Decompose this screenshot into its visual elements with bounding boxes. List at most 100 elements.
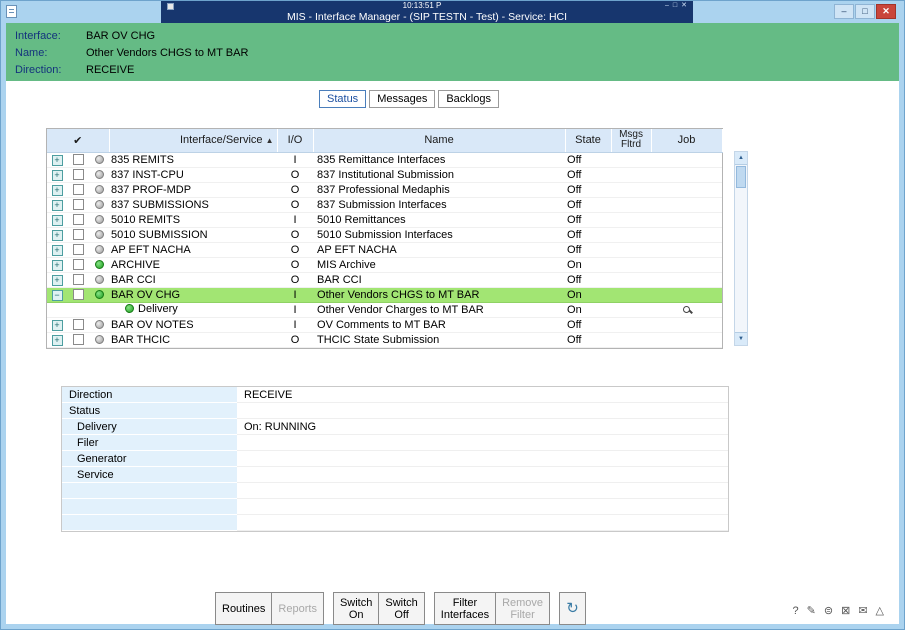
status-led-off [94,170,104,180]
background-window-controls: – □ ✕ [665,2,687,10]
io-value: O [277,167,314,183]
state-value: Off [565,242,612,258]
tab-messages[interactable]: Messages [369,90,436,108]
io-value: I [277,317,314,333]
interface-row[interactable]: +5010 REMITS I 5010 Remittances Off [47,212,723,228]
interface-row[interactable]: +5010 SUBMISSION O 5010 Submission Interfa… [47,227,723,243]
interface-row[interactable]: +835 REMITS I 835 Remittance Interfaces Off [47,152,723,168]
detail-value [237,467,728,483]
edit-icon[interactable]: ✎ [807,605,816,617]
tab-status[interactable]: Status [319,90,367,108]
name-value: 837 Institutional Submission [313,167,566,183]
row-checkbox[interactable] [72,184,84,196]
interface-row[interactable]: + BAR OV NOTES I OV Comments to MT BAR Off [47,317,723,333]
application-window: 10:13:51 P – □ ✕ MIS - Interface Manager -… [0,0,905,630]
reports-button: Reports [271,592,324,625]
bg-maximize-icon[interactable]: □ [673,2,677,10]
status-led-off [94,185,104,195]
row-checkbox[interactable] [72,229,84,241]
main-content: Status Messages Backlogs ✔ Interface/Servi… [6,81,899,625]
expand-icon[interactable]: + [51,259,63,271]
interface-row[interactable]: +837 PROF-MDP O 837 Professional Medaphis O… [47,182,723,198]
status-led-off [94,230,104,240]
routines-button[interactable]: Routines [215,592,273,625]
row-checkbox[interactable] [72,199,84,211]
tab-backlogs[interactable]: Backlogs [438,90,499,108]
expand-icon[interactable]: + [51,184,63,196]
mail-icon[interactable]: ✉ [858,605,867,617]
service-row[interactable]: Delivery I Other Vendor Charges to MT BAR O… [47,302,723,318]
state-value: Off [565,332,612,348]
refresh-button[interactable]: ↻ [559,592,587,625]
state-column-header[interactable]: State [565,129,612,153]
io-column-header[interactable]: I/O [277,129,314,153]
print-icon[interactable]: ⊜ [824,605,833,617]
clock-text: 10:13:51 P [402,1,442,10]
expand-icon[interactable]: + [51,199,63,211]
bg-close-icon[interactable]: ✕ [681,2,687,10]
interface-row[interactable]: + ARCHIVE O MIS Archive On [47,257,723,273]
magnifier-icon[interactable] [683,305,691,313]
msgs-filtered-column-header[interactable]: Msgs Fltrd [611,129,652,153]
expand-icon[interactable]: + [51,274,63,286]
row-checkbox[interactable] [72,259,84,271]
button-label: Remove [502,596,544,609]
close-button[interactable]: ✕ [876,4,896,19]
switch-on-button[interactable]: Switch On [332,592,380,625]
scroll-down-button[interactable]: ▼ [735,332,747,345]
table-scrollbar[interactable]: ▲ ▼ [734,151,748,346]
background-window-top-row: 10:13:51 P – □ ✕ [161,1,693,11]
expand-icon[interactable]: + [51,214,63,226]
expand-icon[interactable]: + [51,154,63,166]
row-checkbox[interactable] [72,244,84,256]
name-value: 5010 Remittances [313,212,566,228]
interface-row[interactable]: + AP EFT NACHA O AP EFT NACHA Off [47,242,723,258]
application-icon [6,5,17,18]
minimize-button[interactable]: – [834,4,854,19]
detail-value [237,499,728,515]
interface-table: ✔ Interface/Service ▲ I/O Name State Msg… [46,128,723,349]
service-column-header[interactable]: Interface/Service ▲ [109,129,278,153]
maximize-button[interactable]: □ [855,4,875,19]
lock-icon[interactable]: ⊠ [841,605,850,617]
msgs-filtered-value [611,317,652,333]
interface-row[interactable]: − BAR OV CHG I Other Vendors CHGS to MT BAR… [47,287,723,303]
collapse-icon[interactable]: − [51,289,63,301]
expand-icon[interactable]: + [51,229,63,241]
detail-row: Direction RECEIVE [62,387,728,403]
filter-interfaces-button[interactable]: Filter Interfaces [433,592,497,625]
expand-icon[interactable]: + [51,319,63,331]
state-value: On [565,257,612,273]
job-column-header[interactable]: Job [651,129,723,153]
row-checkbox[interactable] [72,289,84,301]
row-checkbox[interactable] [72,214,84,226]
bg-minimize-icon[interactable]: – [665,2,669,10]
detail-value [237,403,728,419]
interface-row[interactable]: +837 INST-CPU O 837 Institutional Submissi… [47,167,723,183]
help-icon[interactable]: ? [793,605,799,617]
detail-label: Status [62,403,237,419]
row-checkbox[interactable] [72,154,84,166]
expand-icon[interactable]: + [51,244,63,256]
row-checkbox[interactable] [72,274,84,286]
expand-icon[interactable]: + [51,169,63,181]
interface-row[interactable]: + BAR CCI O BAR CCI Off [47,272,723,288]
warning-icon[interactable]: △ [876,605,884,617]
header-field: Direction: RECEIVE [6,61,899,78]
switch-off-button[interactable]: Switch Off [378,592,425,625]
name-column-header[interactable]: Name [313,129,566,153]
interface-row[interactable]: +837 SUBMISSIONS O 837 Submission Interfac… [47,197,723,213]
expand-icon[interactable]: + [51,334,63,346]
row-checkbox[interactable] [72,334,84,346]
io-value: O [277,227,314,243]
status-led-off [94,215,104,225]
row-checkbox[interactable] [72,169,84,181]
interface-row[interactable]: + BAR THCIC O THCIC State Submission Off [47,332,723,348]
detail-row [62,483,728,499]
scrollbar-thumb[interactable] [736,166,746,188]
scroll-up-button[interactable]: ▲ [735,152,747,165]
row-checkbox[interactable] [72,319,84,331]
status-led-off [94,155,104,165]
state-value: Off [565,317,612,333]
state-value: On [565,302,612,318]
